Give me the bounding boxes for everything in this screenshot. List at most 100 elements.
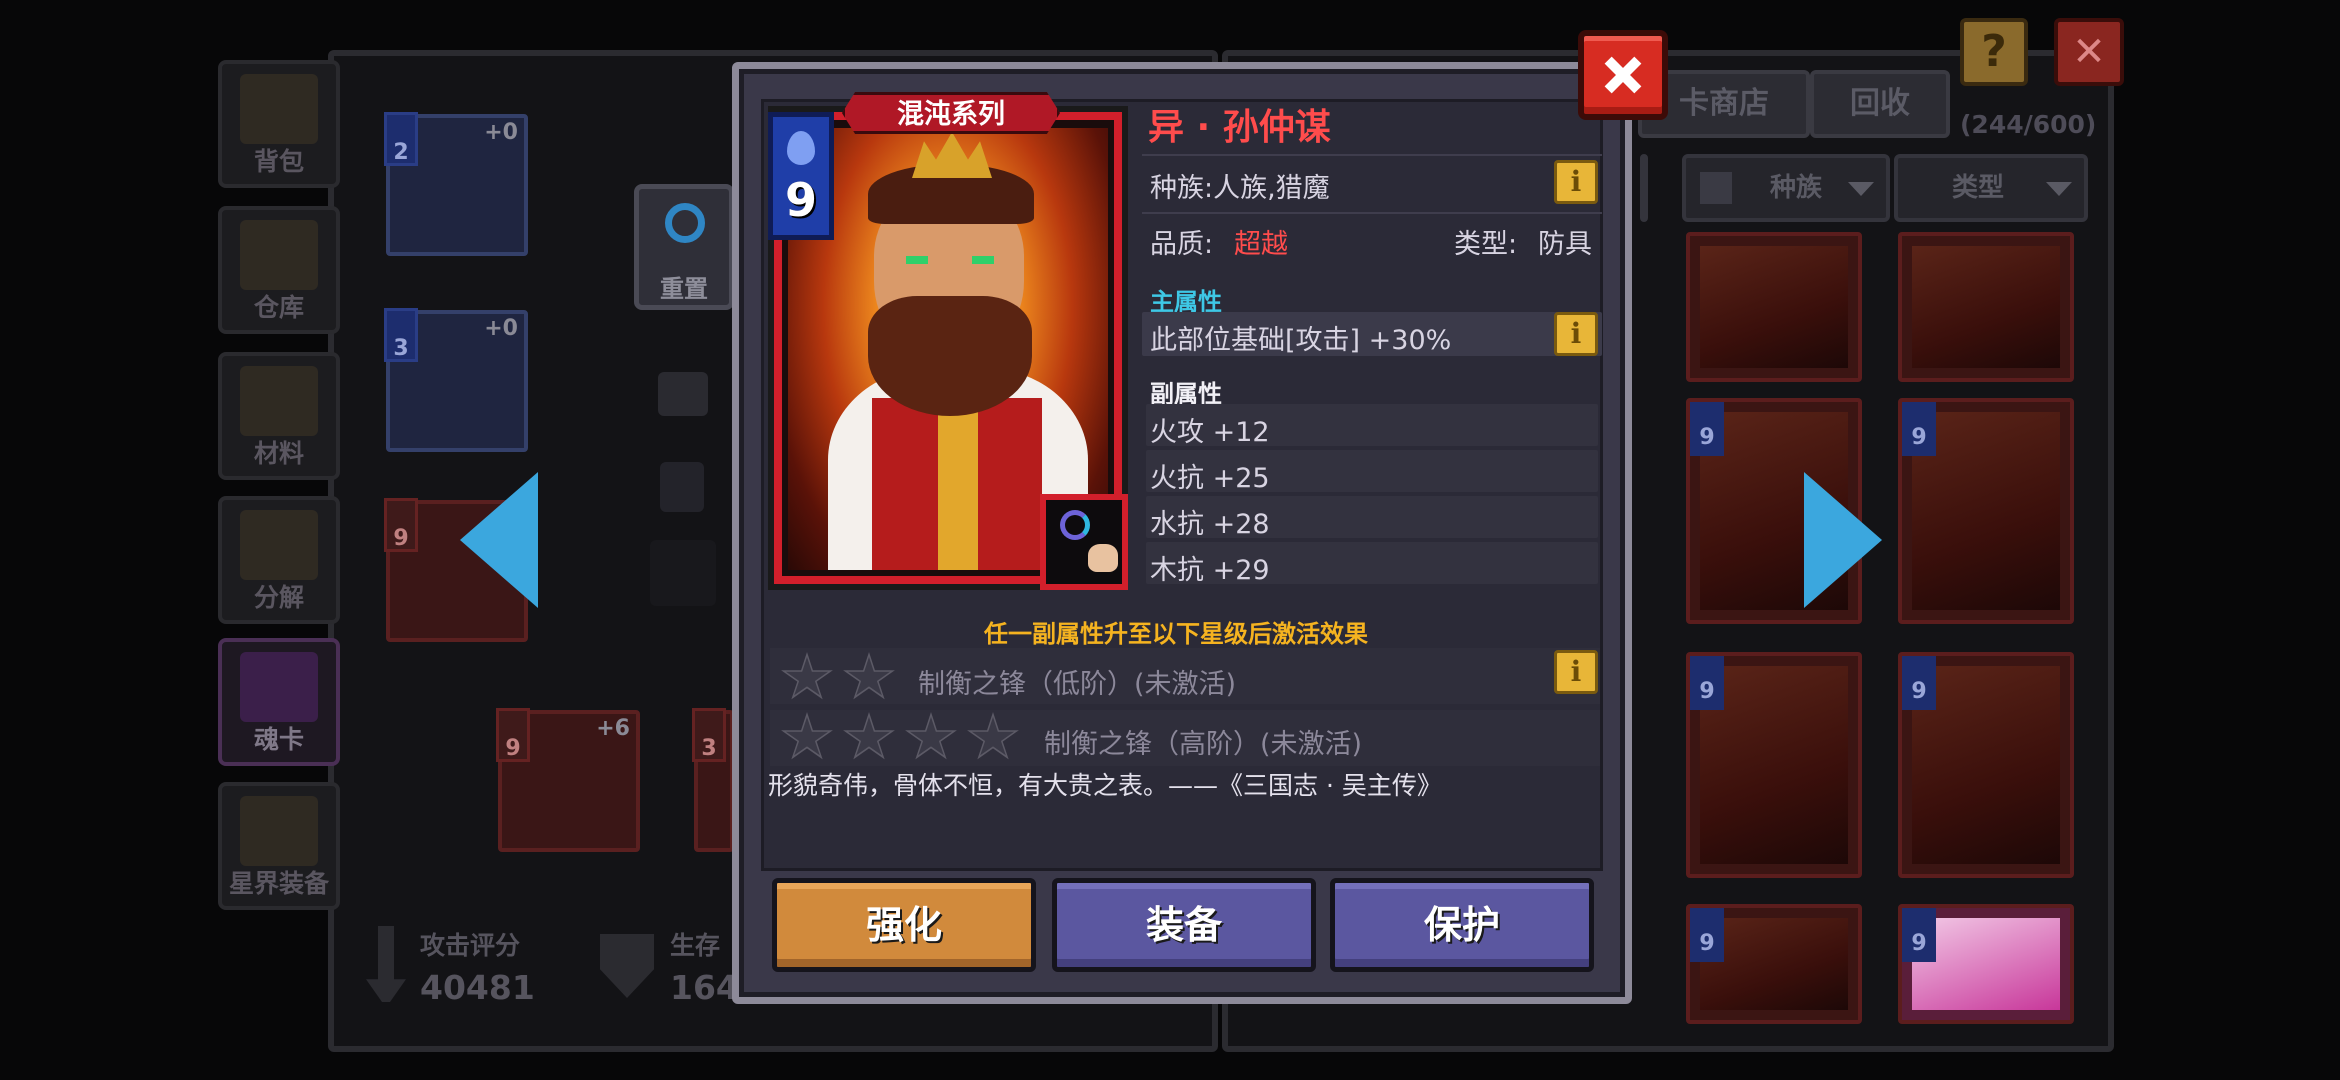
series-banner: 混沌系列: [842, 92, 1060, 134]
soul-card-icon: [240, 652, 318, 722]
main-attribute-info-button[interactable]: i: [1554, 312, 1598, 356]
astral-equipment-icon: [240, 796, 318, 866]
sub-attribute-fire-resist: 火抗 +25: [1150, 463, 1270, 494]
sidebar-item-warehouse[interactable]: 仓库: [218, 206, 340, 334]
activation-note: 任一副属性升至以下星级后激活效果: [984, 620, 1368, 648]
filter-dropdown-hidden[interactable]: [1606, 154, 1648, 222]
cost-badge: 9: [1690, 908, 1724, 962]
equipped-card-slot[interactable]: 2 +0: [384, 112, 528, 256]
skull-icon: [1088, 544, 1118, 572]
cost-badge: 9: [496, 708, 530, 762]
type-label: 类型:: [1454, 229, 1518, 260]
skull-icon: [658, 372, 708, 416]
sidebar-item-decompose[interactable]: 分解: [218, 496, 340, 624]
info-icon: i: [1570, 655, 1582, 688]
equipped-card-slot[interactable]: 3: [692, 708, 734, 852]
chest-icon: [240, 74, 318, 144]
sidebar-item-backpack[interactable]: 背包: [218, 60, 340, 188]
recycle-button[interactable]: 回收: [1810, 70, 1950, 138]
race-filter-dropdown[interactable]: 种族: [1682, 154, 1890, 222]
storage-icon: [240, 220, 318, 290]
set-effect-low-text: 制衡之锋（低阶）(未激活): [918, 669, 1237, 700]
question-icon: ?: [1981, 26, 2007, 77]
inventory-card[interactable]: 9: [1898, 904, 2074, 1024]
close-dialog-button[interactable]: [1578, 30, 1668, 120]
divider: [1142, 154, 1602, 156]
sidebar-item-label: 背包: [253, 147, 304, 176]
mana-drop-icon: [787, 131, 815, 165]
enhance-button[interactable]: 强化: [772, 878, 1036, 972]
chevron-down-icon: [2046, 182, 2072, 196]
survive-score-label: 生存: [670, 931, 721, 960]
equipped-card-slot[interactable]: 3 +0: [384, 308, 528, 452]
help-button[interactable]: ?: [1960, 18, 2028, 86]
cost-badge: 9: [1690, 402, 1724, 456]
refresh-icon: [665, 203, 705, 243]
info-icon: i: [1570, 317, 1582, 350]
card-count: (244/600): [1960, 110, 2097, 139]
set-effect-info-button[interactable]: i: [1554, 650, 1598, 694]
divider: [1142, 212, 1602, 214]
pot-icon: [240, 510, 318, 580]
sub-attribute-wood-resist: 木抗 +29: [1150, 555, 1270, 586]
protect-button[interactable]: 保护: [1330, 878, 1594, 972]
sub-attribute-water-resist: 水抗 +28: [1150, 509, 1270, 540]
grid-icon: [1700, 172, 1732, 204]
sidebar-item-materials[interactable]: 材料: [218, 352, 340, 480]
sidebar-item-label: 星界装备: [228, 869, 329, 898]
cost-badge: 9: [1902, 908, 1936, 962]
cost-badge: 9: [1902, 402, 1936, 456]
close-icon: ✕: [2072, 29, 2106, 75]
element-icon: [660, 462, 704, 512]
cost-badge: 9: [1690, 656, 1724, 710]
type-filter-label: 类型: [1952, 173, 2005, 203]
sidebar-item-label: 仓库: [253, 293, 304, 322]
attack-score-value: 40481: [420, 968, 535, 1007]
set-effect-high-text: 制衡之锋（高阶）(未激活): [1044, 729, 1363, 760]
materials-icon: [240, 366, 318, 436]
inventory-card[interactable]: 9: [1898, 398, 2074, 624]
sidebar-item-label: 分解: [253, 583, 304, 612]
race-info-button[interactable]: i: [1554, 160, 1598, 204]
inventory-card[interactable]: [1898, 232, 2074, 382]
inventory-card[interactable]: 9: [1686, 904, 1862, 1024]
type-filter-dropdown[interactable]: 类型: [1894, 154, 2088, 222]
plus-level: +0: [484, 316, 518, 341]
card-art: [1912, 246, 2060, 368]
sub-attribute-fire-attack: 火攻 +12: [1150, 417, 1270, 448]
reset-button[interactable]: 重置: [634, 184, 734, 310]
sidebar-item-astral-equipment[interactable]: 星界装备: [218, 782, 340, 910]
inventory-card[interactable]: [1686, 232, 1862, 382]
cost-badge: 2: [384, 112, 418, 166]
reset-label: 重置: [660, 275, 708, 303]
inventory-card[interactable]: 9: [1686, 652, 1862, 878]
survive-score-value: 164: [670, 968, 739, 1007]
cost-badge: 3: [692, 708, 726, 762]
card-quote: 形貌奇伟，骨体不恒，有大贵之表。——《三国志 · 吴主传》: [768, 771, 1442, 800]
equipped-card-slot[interactable]: 9 +6: [496, 708, 640, 852]
cost-badge: 9: [384, 498, 418, 552]
cost-badge: 9: [1902, 656, 1936, 710]
cost-badge: 3: [384, 308, 418, 362]
plus-level: +0: [484, 120, 518, 145]
exit-button[interactable]: ✕: [2054, 18, 2124, 86]
card-name: 异 · 孙仲谋: [1148, 107, 1331, 148]
info-icon: i: [1570, 165, 1582, 198]
previous-card-arrow[interactable]: [460, 472, 538, 608]
attack-score-label: 攻击评分: [420, 931, 521, 960]
quality-label: 品质:: [1150, 229, 1214, 260]
element-race-badge: [1040, 494, 1128, 590]
next-card-arrow[interactable]: [1804, 472, 1882, 608]
card-art: [1700, 246, 1848, 368]
main-attribute-text: 此部位基础[攻击] +30%: [1150, 325, 1452, 356]
equip-button[interactable]: 装备: [1052, 878, 1316, 972]
race-filter-label: 种族: [1770, 173, 1823, 203]
chevron-down-icon: [1848, 182, 1874, 196]
sidebar-item-soul-card[interactable]: 魂卡: [218, 638, 340, 766]
quality-value: 超越: [1234, 229, 1288, 260]
cost-value: 9: [784, 173, 817, 227]
cost-badge: 9: [768, 112, 834, 240]
type-value: 防具: [1538, 229, 1592, 260]
inventory-card[interactable]: 9: [1898, 652, 2074, 878]
empty-slot: [650, 540, 716, 606]
